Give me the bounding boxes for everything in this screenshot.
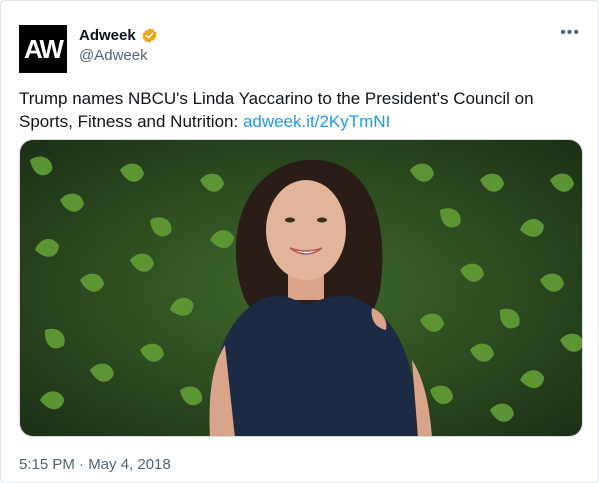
account-handle[interactable]: @Adweek — [79, 47, 148, 64]
tweet-text: Trump names NBCU's Linda Yaccarino to th… — [19, 87, 579, 133]
tweet-card: AW Adweek @Adweek ••• Trump names NBCU's… — [0, 0, 599, 483]
tweet-link[interactable]: adweek.it/2KyTmNI — [243, 112, 390, 131]
avatar[interactable]: AW — [19, 25, 67, 73]
tweet-timestamp[interactable]: 5:15 PM · May 4, 2018 — [19, 456, 171, 473]
name-row: Adweek — [79, 27, 158, 44]
photo-image — [20, 140, 582, 436]
verified-badge-icon — [141, 27, 158, 44]
tweet-photo[interactable] — [19, 139, 583, 437]
avatar-logo-text: AW — [24, 33, 64, 64]
more-options-icon[interactable]: ••• — [560, 25, 580, 41]
account-name[interactable]: Adweek — [79, 27, 136, 44]
